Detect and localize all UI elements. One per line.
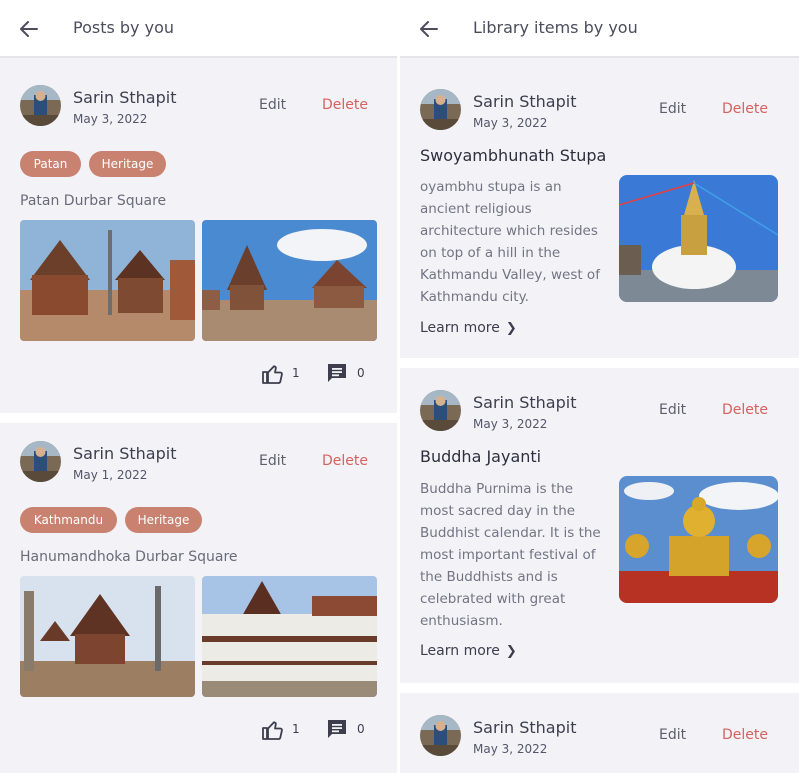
edit-button[interactable]: Edit	[659, 402, 686, 418]
author-name: Sarin Sthapit	[473, 718, 577, 737]
library-pane: Library items by you Sarin Sthapit May 3…	[400, 0, 799, 773]
card-divider	[400, 683, 799, 693]
avatar[interactable]	[20, 85, 61, 126]
item-title: Swoyambhunath Stupa	[420, 146, 607, 165]
thumbs-up-icon[interactable]	[261, 718, 285, 742]
library-item-card: Sarin Sthapit May 3, 2022 Edit Delete	[400, 693, 799, 773]
delete-button[interactable]: Delete	[722, 727, 768, 743]
post-photo[interactable]	[20, 220, 195, 341]
posts-pane: Posts by you Sarin Sthapit May 3, 2022 E…	[0, 0, 397, 773]
delete-button[interactable]: Delete	[322, 453, 368, 469]
comment-icon[interactable]	[326, 362, 348, 384]
post-photo[interactable]	[20, 576, 195, 697]
author-name: Sarin Sthapit	[473, 92, 577, 111]
avatar[interactable]	[420, 89, 461, 130]
library-item-card: Sarin Sthapit May 3, 2022 Edit Delete Bu…	[400, 368, 799, 683]
chevron-right-icon: ❯	[505, 644, 517, 659]
edit-button[interactable]: Edit	[259, 453, 286, 469]
chevron-right-icon: ❯	[505, 321, 517, 336]
learn-more-link[interactable]: Learn more ❯	[420, 320, 517, 336]
item-photo[interactable]	[619, 476, 778, 603]
item-photo[interactable]	[619, 175, 778, 302]
edit-button[interactable]: Edit	[659, 727, 686, 743]
posts-app-bar: Posts by you	[0, 0, 397, 58]
post-place: Patan Durbar Square	[20, 193, 167, 209]
item-date: May 3, 2022	[473, 417, 548, 431]
learn-more-label: Learn more	[420, 643, 500, 659]
tag-chip[interactable]: Heritage	[125, 507, 202, 533]
avatar[interactable]	[420, 390, 461, 431]
item-description: Buddha Purnima is the most sacred day in…	[420, 481, 601, 629]
library-item-card: Sarin Sthapit May 3, 2022 Edit Delete Sw…	[400, 65, 799, 358]
page-title: Posts by you	[73, 18, 175, 37]
thumbs-up-icon[interactable]	[261, 362, 285, 386]
author-name: Sarin Sthapit	[73, 88, 177, 107]
post-photo[interactable]	[202, 576, 377, 697]
tag-chip[interactable]: Heritage	[89, 151, 166, 177]
library-app-bar: Library items by you	[400, 0, 799, 58]
edit-button[interactable]: Edit	[259, 97, 286, 113]
item-date: May 3, 2022	[473, 116, 548, 130]
delete-button[interactable]: Delete	[722, 101, 768, 117]
item-title: Buddha Jayanti	[420, 447, 542, 466]
learn-more-label: Learn more	[420, 320, 500, 336]
post-photo[interactable]	[202, 220, 377, 341]
back-arrow-icon[interactable]	[418, 18, 440, 40]
author-name: Sarin Sthapit	[473, 393, 577, 412]
back-arrow-icon[interactable]	[18, 18, 40, 40]
tag-chip[interactable]: Patan	[20, 151, 81, 177]
post-card: Sarin Sthapit May 3, 2022 Edit Delete Pa…	[0, 65, 397, 413]
avatar[interactable]	[420, 715, 461, 756]
card-divider	[400, 358, 799, 368]
post-date: May 1, 2022	[73, 468, 148, 482]
comments-count: 0	[357, 722, 365, 736]
author-name: Sarin Sthapit	[73, 444, 177, 463]
comment-icon[interactable]	[326, 718, 348, 740]
likes-count: 1	[292, 722, 300, 736]
edit-button[interactable]: Edit	[659, 101, 686, 117]
delete-button[interactable]: Delete	[322, 97, 368, 113]
card-divider	[0, 413, 397, 423]
comments-count: 0	[357, 366, 365, 380]
post-date: May 3, 2022	[73, 112, 148, 126]
item-description: oyambhu stupa is an ancient religious ar…	[420, 179, 600, 305]
likes-count: 1	[292, 366, 300, 380]
learn-more-link[interactable]: Learn more ❯	[420, 643, 517, 659]
item-date: May 3, 2022	[473, 742, 548, 756]
page-title: Library items by you	[473, 18, 638, 37]
delete-button[interactable]: Delete	[722, 402, 768, 418]
post-card: Sarin Sthapit May 1, 2022 Edit Delete Ka…	[0, 423, 397, 773]
avatar[interactable]	[20, 441, 61, 482]
tag-chip[interactable]: Kathmandu	[20, 507, 117, 533]
post-place: Hanumandhoka Durbar Square	[20, 549, 238, 565]
